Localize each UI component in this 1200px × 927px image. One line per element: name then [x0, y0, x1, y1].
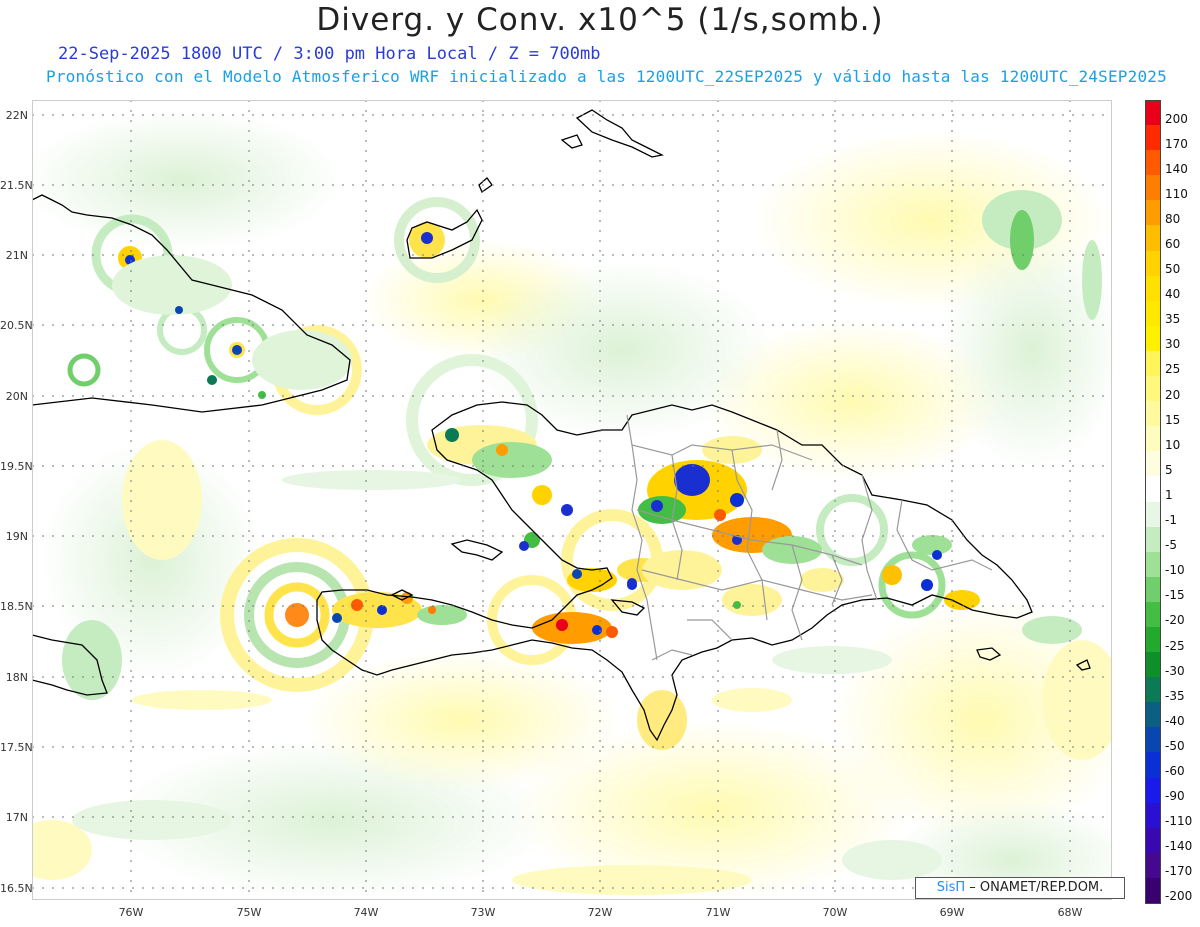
lon-label-74w: 74W	[353, 906, 379, 919]
color-scale-segment	[1145, 652, 1161, 678]
color-scale-segment	[1145, 350, 1161, 377]
color-scale-segment	[1145, 752, 1161, 779]
lat-label-18-5n: 18.5N	[0, 600, 33, 613]
color-scale-label: 35	[1165, 312, 1181, 327]
color-scale-label: 15	[1165, 412, 1181, 427]
credit-box: SisΠ – ONAMET/REP.DOM.	[915, 877, 1125, 899]
lon-label-72w: 72W	[587, 906, 613, 919]
color-scale-segment	[1145, 601, 1161, 628]
map-title: Diverg. y Conv. x10^5 (1/s,somb.)	[316, 2, 884, 38]
color-scale-segment	[1145, 150, 1161, 176]
color-scale-label: 20	[1165, 387, 1181, 402]
color-scale-label: 1	[1165, 487, 1173, 502]
color-scale-segment	[1145, 451, 1161, 477]
color-scale-segment	[1145, 677, 1161, 703]
color-scale-label: -1	[1165, 513, 1177, 528]
lat-label-20-5n: 20.5N	[0, 319, 33, 332]
color-scale-segment	[1145, 501, 1161, 528]
lon-label-76w: 76W	[118, 906, 144, 919]
color-scale-bar	[1145, 100, 1161, 904]
color-scale-label: -140	[1165, 839, 1193, 854]
color-scale-label: -5	[1165, 538, 1177, 553]
credit-brand: SisΠ	[936, 880, 966, 895]
color-scale-segment	[1145, 175, 1161, 201]
color-scale-segment	[1145, 702, 1161, 728]
lon-label-70w: 70W	[822, 906, 848, 919]
lon-label-75w: 75W	[236, 906, 262, 919]
lon-label-73w: 73W	[470, 906, 496, 919]
color-scale-segment	[1145, 777, 1161, 804]
color-scale-segment	[1145, 551, 1161, 578]
color-scale-label: -10	[1165, 563, 1185, 578]
credit-text: – ONAMET/REP.DOM.	[965, 880, 1104, 895]
color-scale-segment	[1145, 626, 1161, 653]
divergence-map	[32, 100, 1112, 900]
lat-label-18n: 18N	[5, 671, 28, 684]
forecast-time-subtitle: 22-Sep-2025 1800 UTC / 3:00 pm Hora Loca…	[58, 44, 601, 64]
lat-label-22n: 22N	[5, 109, 28, 122]
color-scale-label: -60	[1165, 763, 1185, 778]
color-scale-label: 170	[1165, 136, 1188, 151]
color-scale-label: 140	[1165, 161, 1188, 176]
lat-label-19n: 19N	[5, 530, 28, 543]
color-scale-label: -30	[1165, 663, 1185, 678]
color-scale-label: -20	[1165, 613, 1185, 628]
map-canvas	[32, 100, 1112, 900]
model-run-subtitle: Pronóstico con el Modelo Atmosferico WRF…	[46, 67, 1167, 86]
color-scale-label: -40	[1165, 713, 1185, 728]
color-scale-label: 25	[1165, 362, 1181, 377]
lat-label-20n: 20N	[5, 390, 28, 403]
color-scale-label: 80	[1165, 211, 1181, 226]
lat-label-21n: 21N	[5, 249, 28, 262]
lat-label-19-5n: 19.5N	[0, 460, 33, 473]
lon-label-68w: 68W	[1057, 906, 1083, 919]
color-scale-label: 60	[1165, 237, 1181, 252]
color-scale-segment	[1145, 476, 1161, 502]
lon-label-71w: 71W	[705, 906, 731, 919]
color-scale-label: 110	[1165, 186, 1188, 201]
color-scale-segment	[1145, 125, 1161, 151]
color-scale-label: 30	[1165, 337, 1181, 352]
color-scale-segment	[1145, 426, 1161, 452]
color-scale-segment	[1145, 802, 1161, 829]
color-scale-segment	[1145, 200, 1161, 226]
lat-label-17n: 17N	[5, 811, 28, 824]
color-scale-segment	[1145, 225, 1161, 252]
color-scale-label: 50	[1165, 262, 1181, 277]
color-scale-label: -25	[1165, 638, 1185, 653]
color-scale-label: -50	[1165, 738, 1185, 753]
color-scale-label: -15	[1165, 588, 1185, 603]
color-scale-segment	[1145, 100, 1161, 126]
color-scale-segment	[1145, 401, 1161, 427]
color-scale-label: 5	[1165, 462, 1173, 477]
color-scale-label: -35	[1165, 688, 1185, 703]
color-scale-segment	[1145, 275, 1161, 302]
lat-label-16-5n: 16.5N	[0, 882, 33, 895]
color-scale-label: 40	[1165, 287, 1181, 302]
color-scale-segment	[1145, 250, 1161, 277]
color-scale-segment	[1145, 576, 1161, 603]
color-scale-label: 10	[1165, 437, 1181, 452]
color-scale-label: -110	[1165, 814, 1193, 829]
color-scale-segment	[1145, 325, 1161, 352]
lat-label-17-5n: 17.5N	[0, 741, 33, 754]
color-scale-label: -200	[1165, 889, 1193, 904]
color-scale-segment	[1145, 827, 1161, 854]
color-scale-segment	[1145, 300, 1161, 327]
color-scale-segment	[1145, 526, 1161, 553]
lat-label-21-5n: 21.5N	[0, 179, 33, 192]
color-scale-segment	[1145, 877, 1161, 904]
color-scale-label: -90	[1165, 789, 1185, 804]
color-scale-segment	[1145, 727, 1161, 753]
color-scale-segment	[1145, 376, 1161, 402]
color-scale-label: -170	[1165, 864, 1193, 879]
color-scale-label: 200	[1165, 111, 1188, 126]
lon-label-69w: 69W	[939, 906, 965, 919]
color-scale-segment	[1145, 852, 1161, 879]
